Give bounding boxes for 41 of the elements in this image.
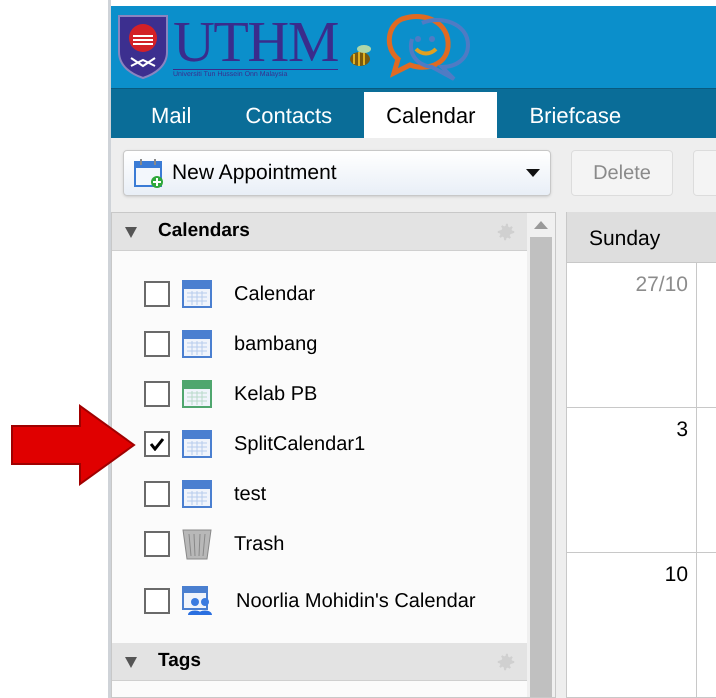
app-tab[interactable]: Briefcase <box>507 92 644 138</box>
section-title: Tags <box>158 649 201 674</box>
expand-triangle-icon[interactable] <box>124 224 138 238</box>
checkbox[interactable] <box>144 431 170 457</box>
calendar-icon <box>182 380 212 408</box>
calendar-icon <box>182 330 212 358</box>
checkbox[interactable] <box>144 531 170 557</box>
checkbox[interactable] <box>144 281 170 307</box>
scrollbar[interactable] <box>527 213 555 697</box>
shared-calendar-icon <box>182 586 214 616</box>
checkbox[interactable] <box>144 588 170 614</box>
section-title: Calendars <box>158 219 250 244</box>
calendar-name[interactable]: SplitCalendar1 <box>234 429 366 459</box>
day-header: Sunday <box>567 212 716 263</box>
date-cell[interactable]: 10 <box>567 553 697 697</box>
new-appointment-button[interactable]: New Appointment <box>123 150 551 196</box>
section-header[interactable]: Tags <box>112 643 527 681</box>
checkbox[interactable] <box>144 381 170 407</box>
checkmark-icon <box>149 437 165 451</box>
section-header[interactable]: Calendars <box>112 213 527 251</box>
trash-icon <box>182 528 212 560</box>
calendar-icon <box>182 480 212 508</box>
calendar-name[interactable]: bambang <box>234 329 318 359</box>
calendar-icon <box>182 430 212 458</box>
calendar-name[interactable]: Kelab PB <box>234 379 318 409</box>
date-cell[interactable]: 3 <box>567 408 697 552</box>
app-tab[interactable]: Calendar <box>364 92 498 138</box>
shield-logo-icon <box>117 14 169 80</box>
logo-text: UTHM <box>173 15 338 69</box>
checkbox[interactable] <box>144 481 170 507</box>
calendar-name[interactable]: Trash <box>234 529 284 559</box>
app-tab[interactable]: Mail <box>129 92 214 138</box>
calendar-name[interactable]: test <box>234 479 266 509</box>
calendar-add-icon <box>134 158 164 188</box>
expand-triangle-icon[interactable] <box>124 654 138 668</box>
calendar-name[interactable]: Noorlia Mohidin's Calendar <box>236 586 476 616</box>
calendar-name[interactable]: Calendar <box>234 279 316 309</box>
calendar-icon <box>182 280 212 308</box>
dropdown-caret-icon[interactable] <box>526 169 540 177</box>
checkbox[interactable] <box>144 331 170 357</box>
app-tab[interactable]: Contacts <box>223 92 354 138</box>
